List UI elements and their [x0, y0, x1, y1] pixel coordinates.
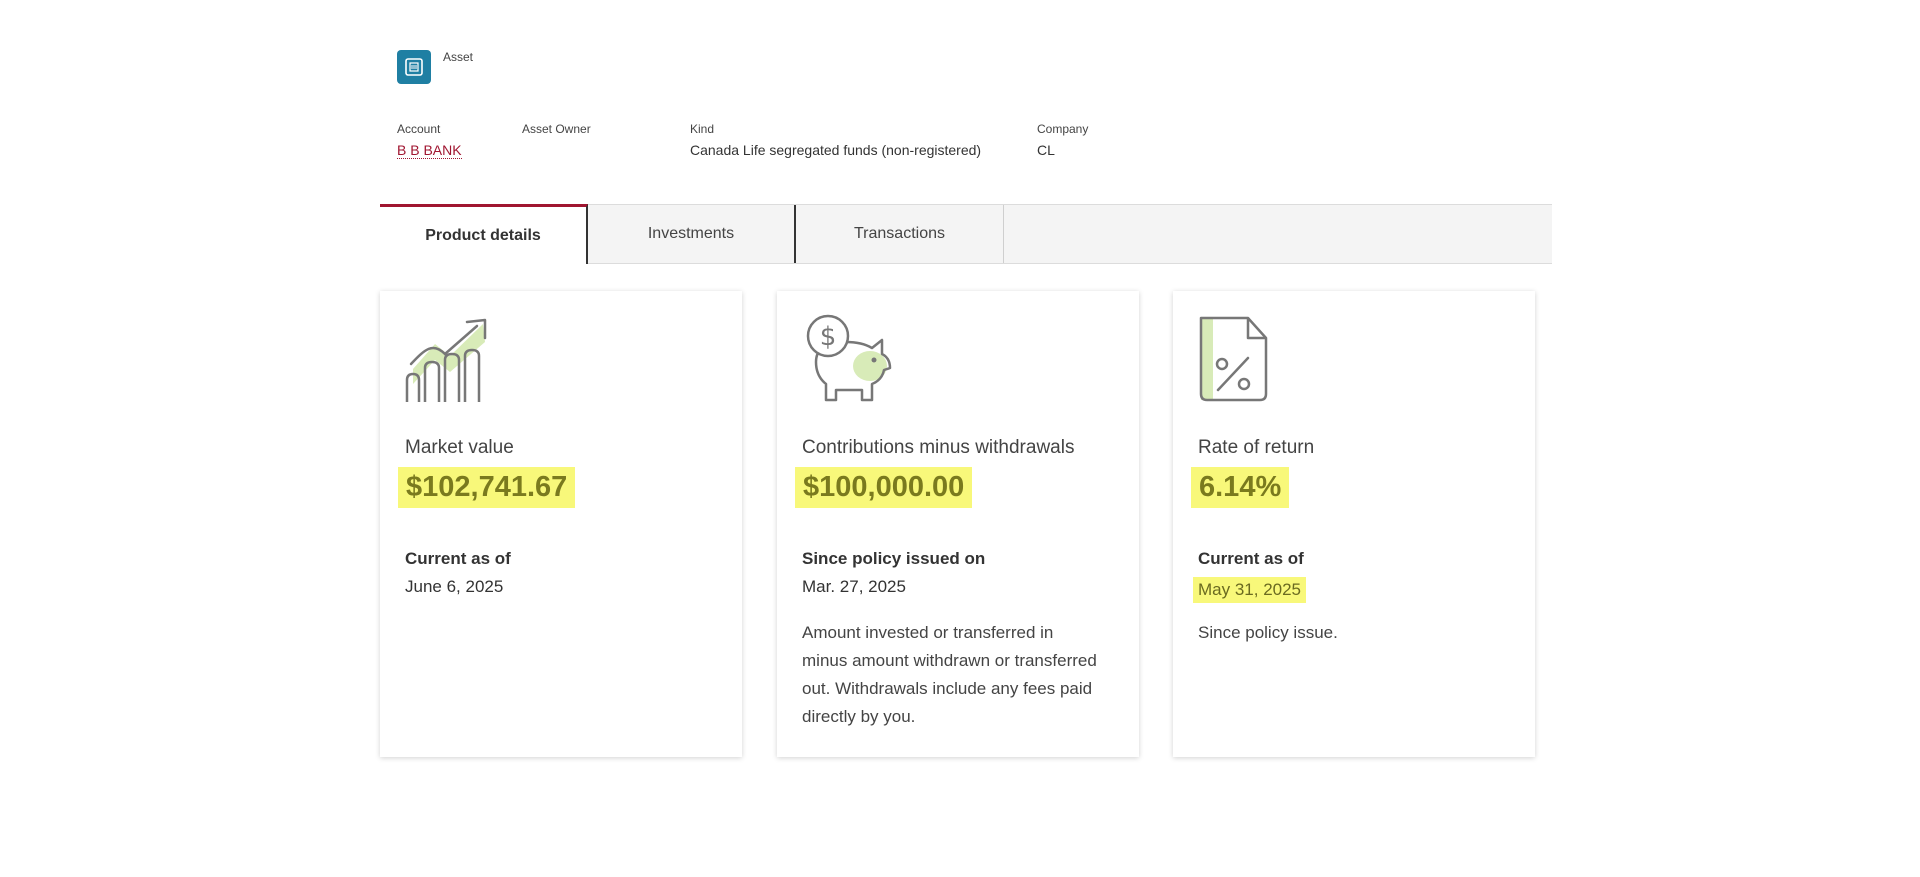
rate-of-return-card: Rate of return 6.14% Current as of May 3…: [1173, 291, 1535, 757]
account-field: Account B B BANK: [397, 122, 462, 160]
percent-document-icon: [1198, 314, 1293, 404]
rate-of-return-title: Rate of return: [1198, 437, 1315, 458]
market-value-date: June 6, 2025: [405, 577, 504, 596]
policy-issued-date: Mar. 27, 2025: [802, 577, 906, 596]
market-value-card: Market value $102,741.67 Current as of J…: [380, 291, 742, 757]
asset-heading: Asset: [443, 50, 474, 64]
piggy-bank-icon: $: [802, 314, 897, 404]
tab-investments[interactable]: Investments: [588, 205, 796, 263]
company-label: Company: [1037, 122, 1089, 136]
policy-issued-label: Since policy issued on: [802, 549, 986, 568]
tab-transactions[interactable]: Transactions: [796, 205, 1004, 263]
market-value-title: Market value: [405, 437, 514, 458]
rate-of-return-amount: 6.14%: [1191, 467, 1290, 508]
account-label: Account: [397, 122, 441, 136]
company-value: CL: [1037, 142, 1055, 158]
kind-label: Kind: [690, 122, 715, 136]
account-link[interactable]: B B BANK: [397, 142, 462, 159]
kind-value: Canada Life segregated funds (non-regist…: [690, 142, 982, 158]
asset-owner-label: Asset Owner: [522, 122, 591, 136]
svg-text:$: $: [820, 322, 837, 352]
contributions-amount: $100,000.00: [795, 467, 973, 508]
company-field: Company CL: [1037, 122, 1088, 158]
tab-product-details[interactable]: Product details: [380, 204, 588, 264]
asset-owner-field: Asset Owner: [522, 122, 591, 142]
contributions-description: Amount invested or transferred in minus …: [802, 623, 1097, 726]
rate-date-label: Current as of: [1198, 549, 1304, 568]
growth-chart-icon: [405, 314, 500, 404]
contributions-card: $ Contributions minus withdrawals $100,0…: [777, 291, 1139, 757]
market-value-date-label: Current as of: [405, 549, 511, 568]
safe-icon: [397, 50, 431, 84]
rate-description: Since policy issue.: [1198, 623, 1338, 642]
kind-field: Kind Canada Life segregated funds (non-r…: [690, 122, 981, 158]
contributions-title: Contributions minus withdrawals: [802, 437, 1075, 458]
market-value-amount: $102,741.67: [398, 467, 576, 508]
tab-bar: Product details Investments Transactions: [380, 204, 1552, 264]
rate-date: May 31, 2025: [1193, 577, 1307, 603]
